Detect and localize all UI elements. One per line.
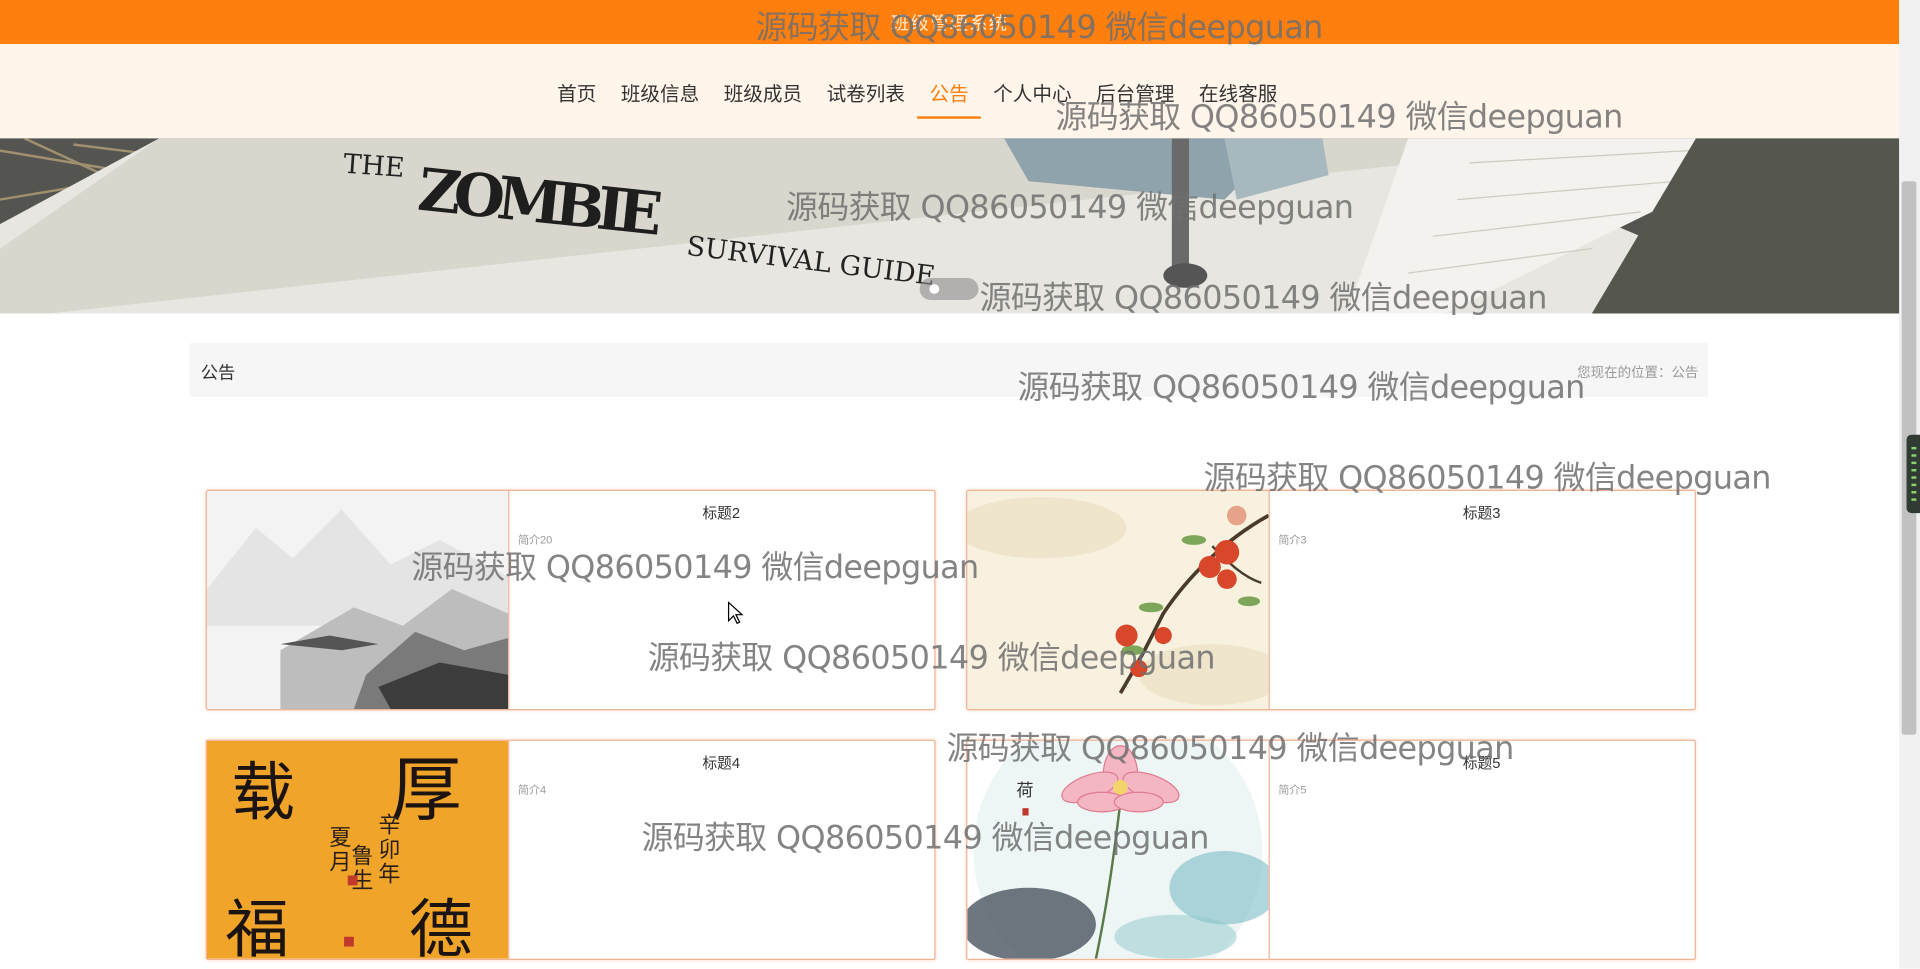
svg-text:福: 福 <box>225 893 289 958</box>
breadcrumb-location: 您现在的位置：公告 <box>1577 362 1698 382</box>
notice-card-intro: 简介5 <box>1278 783 1307 796</box>
notice-card[interactable]: 荷 标题5 简介5 <box>966 739 1696 961</box>
svg-text:年: 年 <box>378 863 400 888</box>
notice-card-intro: 简介4 <box>517 783 547 796</box>
site-title: 班级管理系统 <box>890 13 1009 35</box>
svg-text:厚: 厚 <box>391 748 462 831</box>
notice-card-title[interactable]: 标题4 <box>508 752 934 773</box>
svg-text:夏: 夏 <box>329 826 351 851</box>
mouse-cursor-icon <box>727 601 744 625</box>
svg-text:荷: 荷 <box>1016 781 1033 801</box>
notice-card-title[interactable]: 标题5 <box>1269 752 1695 773</box>
notice-card[interactable]: 标题3 简介3 <box>966 489 1696 711</box>
calligraphy-image: 载 厚 福 德 辛卯年 夏月 鲁生 <box>206 740 509 959</box>
top-header: 班级管理系统 <box>0 0 1900 45</box>
notice-card-intro: 简介3 <box>1278 533 1307 547</box>
side-widget-icon[interactable] <box>1906 434 1920 514</box>
lotus-image: 荷 <box>967 740 1269 959</box>
nav-item-online-service[interactable]: 在线客服 <box>1187 77 1290 119</box>
carousel-dot-active[interactable] <box>929 284 940 294</box>
notice-card[interactable]: 标题2 简介20 <box>205 489 936 711</box>
notice-card-image[interactable] <box>206 491 510 709</box>
svg-text:卯: 卯 <box>378 838 400 863</box>
breadcrumb-location-label: 您现在的位置： <box>1577 366 1672 381</box>
banner-carousel[interactable]: THE ZOMBIE SURVIVAL GUIDE <box>0 138 1900 314</box>
carousel-indicator[interactable] <box>919 277 979 301</box>
nav-item-home[interactable]: 首页 <box>545 77 609 119</box>
pomegranate-branch-image <box>967 491 1269 709</box>
notice-card-image[interactable]: 载 厚 福 德 辛卯年 夏月 鲁生 <box>206 740 510 959</box>
ink-landscape-image <box>206 491 509 709</box>
nav-item-admin[interactable]: 后台管理 <box>1084 77 1187 119</box>
page-title: 公告 <box>200 362 236 383</box>
svg-text:月: 月 <box>329 850 351 875</box>
notice-card-image[interactable] <box>967 491 1270 709</box>
notice-card-title[interactable]: 标题2 <box>508 502 934 523</box>
svg-text:德: 德 <box>409 893 473 958</box>
main-nav: 首页 班级信息 班级成员 试卷列表 公告 个人中心 后台管理 在线客服 <box>0 44 1900 139</box>
notice-card[interactable]: 载 厚 福 德 辛卯年 夏月 鲁生 标题4 简介4 <box>205 739 936 961</box>
breadcrumb: 公告 您现在的位置：公告 <box>189 342 1709 397</box>
notice-card-image[interactable]: 荷 <box>967 740 1270 959</box>
notice-card-intro: 简介20 <box>517 533 553 547</box>
svg-text:THE: THE <box>342 149 405 184</box>
nav-item-notice[interactable]: 公告 <box>917 77 981 119</box>
svg-text:载: 载 <box>231 756 295 830</box>
notice-card-title[interactable]: 标题3 <box>1269 502 1695 523</box>
page-root: 班级管理系统 首页 班级信息 班级成员 试卷列表 公告 个人中心 后台管理 在线… <box>0 0 1920 969</box>
nav-item-personal-center[interactable]: 个人中心 <box>981 77 1084 119</box>
nav-item-exam-list[interactable]: 试卷列表 <box>814 77 917 119</box>
nav-item-class-members[interactable]: 班级成员 <box>711 77 814 119</box>
nav-item-class-info[interactable]: 班级信息 <box>609 77 712 119</box>
svg-text:鲁: 鲁 <box>351 844 373 869</box>
svg-text:辛: 辛 <box>378 814 400 839</box>
breadcrumb-location-value: 公告 <box>1671 366 1699 381</box>
